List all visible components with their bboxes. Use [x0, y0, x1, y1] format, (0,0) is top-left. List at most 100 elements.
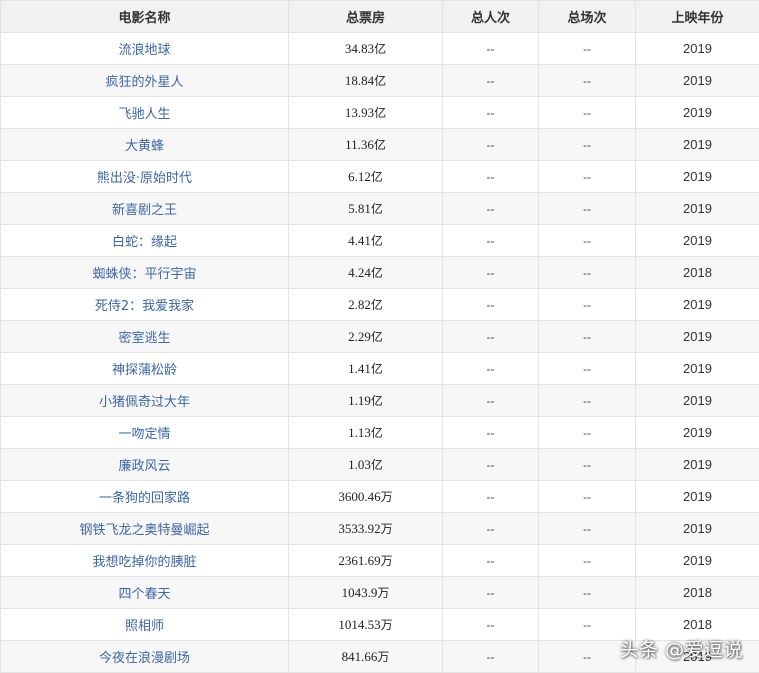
movie-title-link[interactable]: 蜘蛛侠：平行宇宙: [1, 257, 289, 289]
gross-unit: 万: [381, 522, 393, 536]
gross-cell: 3600.46万: [289, 481, 443, 513]
release-year-cell: 2019: [636, 33, 759, 65]
screenings-cell: --: [539, 449, 636, 481]
gross-value: 5.81: [348, 201, 371, 216]
table-row: 飞驰人生13.93亿----2019: [1, 97, 759, 129]
movie-title-link[interactable]: 小猪佩奇过大年: [1, 385, 289, 417]
release-year-cell: 2019: [636, 353, 759, 385]
screenings-cell: --: [539, 129, 636, 161]
gross-value: 4.24: [348, 265, 371, 280]
gross-unit: 亿: [371, 266, 383, 280]
gross-unit: 万: [377, 586, 389, 600]
movie-title-link[interactable]: 照相师: [1, 609, 289, 641]
screenings-cell: --: [539, 97, 636, 129]
viewers-cell: --: [443, 225, 539, 257]
screenings-cell: --: [539, 577, 636, 609]
gross-value: 3600.46: [338, 489, 380, 504]
gross-unit: 万: [381, 554, 393, 568]
screenings-cell: --: [539, 417, 636, 449]
gross-unit: 亿: [374, 42, 386, 56]
movie-title-link[interactable]: 我想吃掉你的胰脏: [1, 545, 289, 577]
movie-title-link[interactable]: 一吻定情: [1, 417, 289, 449]
gross-value: 2361.69: [338, 553, 380, 568]
screenings-cell: --: [539, 545, 636, 577]
gross-value: 1014.53: [338, 617, 380, 632]
table-row: 熊出没·原始时代6.12亿----2019: [1, 161, 759, 193]
viewers-cell: --: [443, 129, 539, 161]
viewers-cell: --: [443, 481, 539, 513]
movie-title-link[interactable]: 疯狂的外星人: [1, 65, 289, 97]
viewers-cell: --: [443, 385, 539, 417]
movie-title-link[interactable]: 新喜剧之王: [1, 193, 289, 225]
movie-title-link[interactable]: 四个春天: [1, 577, 289, 609]
gross-unit: 亿: [374, 138, 386, 152]
gross-cell: 3533.92万: [289, 513, 443, 545]
table-row: 钢铁飞龙之奥特曼崛起3533.92万----2019: [1, 513, 759, 545]
box-office-table: 电影名称 总票房 总人次 总场次 上映年份 流浪地球34.83亿----2019…: [0, 0, 759, 673]
viewers-cell: --: [443, 161, 539, 193]
gross-cell: 4.24亿: [289, 257, 443, 289]
table-row: 疯狂的外星人18.84亿----2019: [1, 65, 759, 97]
table-row: 白蛇：缘起4.41亿----2019: [1, 225, 759, 257]
movie-title-link[interactable]: 熊出没·原始时代: [1, 161, 289, 193]
screenings-cell: --: [539, 33, 636, 65]
gross-unit: 亿: [371, 330, 383, 344]
gross-unit: 亿: [371, 394, 383, 408]
viewers-cell: --: [443, 65, 539, 97]
table-header-row: 电影名称 总票房 总人次 总场次 上映年份: [1, 1, 759, 33]
viewers-cell: --: [443, 609, 539, 641]
gross-value: 841.66: [342, 649, 378, 664]
gross-value: 1.03: [348, 457, 371, 472]
movie-title-link[interactable]: 神探蒲松龄: [1, 353, 289, 385]
viewers-cell: --: [443, 33, 539, 65]
gross-value: 4.41: [348, 233, 371, 248]
table-row: 神探蒲松龄1.41亿----2019: [1, 353, 759, 385]
screenings-cell: --: [539, 193, 636, 225]
screenings-cell: --: [539, 289, 636, 321]
movie-title-link[interactable]: 廉政风云: [1, 449, 289, 481]
gross-unit: 亿: [374, 74, 386, 88]
gross-value: 2.29: [348, 329, 371, 344]
gross-cell: 2361.69万: [289, 545, 443, 577]
release-year-cell: 2019: [636, 545, 759, 577]
gross-value: 18.84: [345, 73, 374, 88]
movie-title-link[interactable]: 钢铁飞龙之奥特曼崛起: [1, 513, 289, 545]
table-row: 蜘蛛侠：平行宇宙4.24亿----2018: [1, 257, 759, 289]
movie-title-link[interactable]: 飞驰人生: [1, 97, 289, 129]
movie-title-link[interactable]: 一条狗的回家路: [1, 481, 289, 513]
screenings-cell: --: [539, 225, 636, 257]
movie-title-link[interactable]: 今夜在浪漫剧场: [1, 641, 289, 673]
release-year-cell: 2019: [636, 513, 759, 545]
release-year-cell: 2019: [636, 65, 759, 97]
gross-unit: 亿: [371, 362, 383, 376]
viewers-cell: --: [443, 545, 539, 577]
movie-title-link[interactable]: 流浪地球: [1, 33, 289, 65]
gross-cell: 1.19亿: [289, 385, 443, 417]
gross-unit: 亿: [371, 298, 383, 312]
viewers-cell: --: [443, 353, 539, 385]
screenings-cell: --: [539, 641, 636, 673]
table-row: 四个春天1043.9万----2018: [1, 577, 759, 609]
viewers-cell: --: [443, 449, 539, 481]
gross-cell: 11.36亿: [289, 129, 443, 161]
gross-unit: 亿: [371, 458, 383, 472]
movie-title-link[interactable]: 死侍2：我爱我家: [1, 289, 289, 321]
table-row: 大黄蜂11.36亿----2019: [1, 129, 759, 161]
table-row: 死侍2：我爱我家2.82亿----2019: [1, 289, 759, 321]
column-header-year: 上映年份: [636, 1, 759, 33]
gross-unit: 万: [377, 650, 389, 664]
movie-title-link[interactable]: 白蛇：缘起: [1, 225, 289, 257]
movie-title-link[interactable]: 大黄蜂: [1, 129, 289, 161]
table-row: 今夜在浪漫剧场841.66万----2019: [1, 641, 759, 673]
viewers-cell: --: [443, 577, 539, 609]
viewers-cell: --: [443, 97, 539, 129]
gross-cell: 4.41亿: [289, 225, 443, 257]
release-year-cell: 2018: [636, 577, 759, 609]
release-year-cell: 2019: [636, 193, 759, 225]
release-year-cell: 2019: [636, 481, 759, 513]
gross-unit: 亿: [371, 202, 383, 216]
column-header-viewers: 总人次: [443, 1, 539, 33]
gross-cell: 5.81亿: [289, 193, 443, 225]
table-row: 我想吃掉你的胰脏2361.69万----2019: [1, 545, 759, 577]
movie-title-link[interactable]: 密室逃生: [1, 321, 289, 353]
